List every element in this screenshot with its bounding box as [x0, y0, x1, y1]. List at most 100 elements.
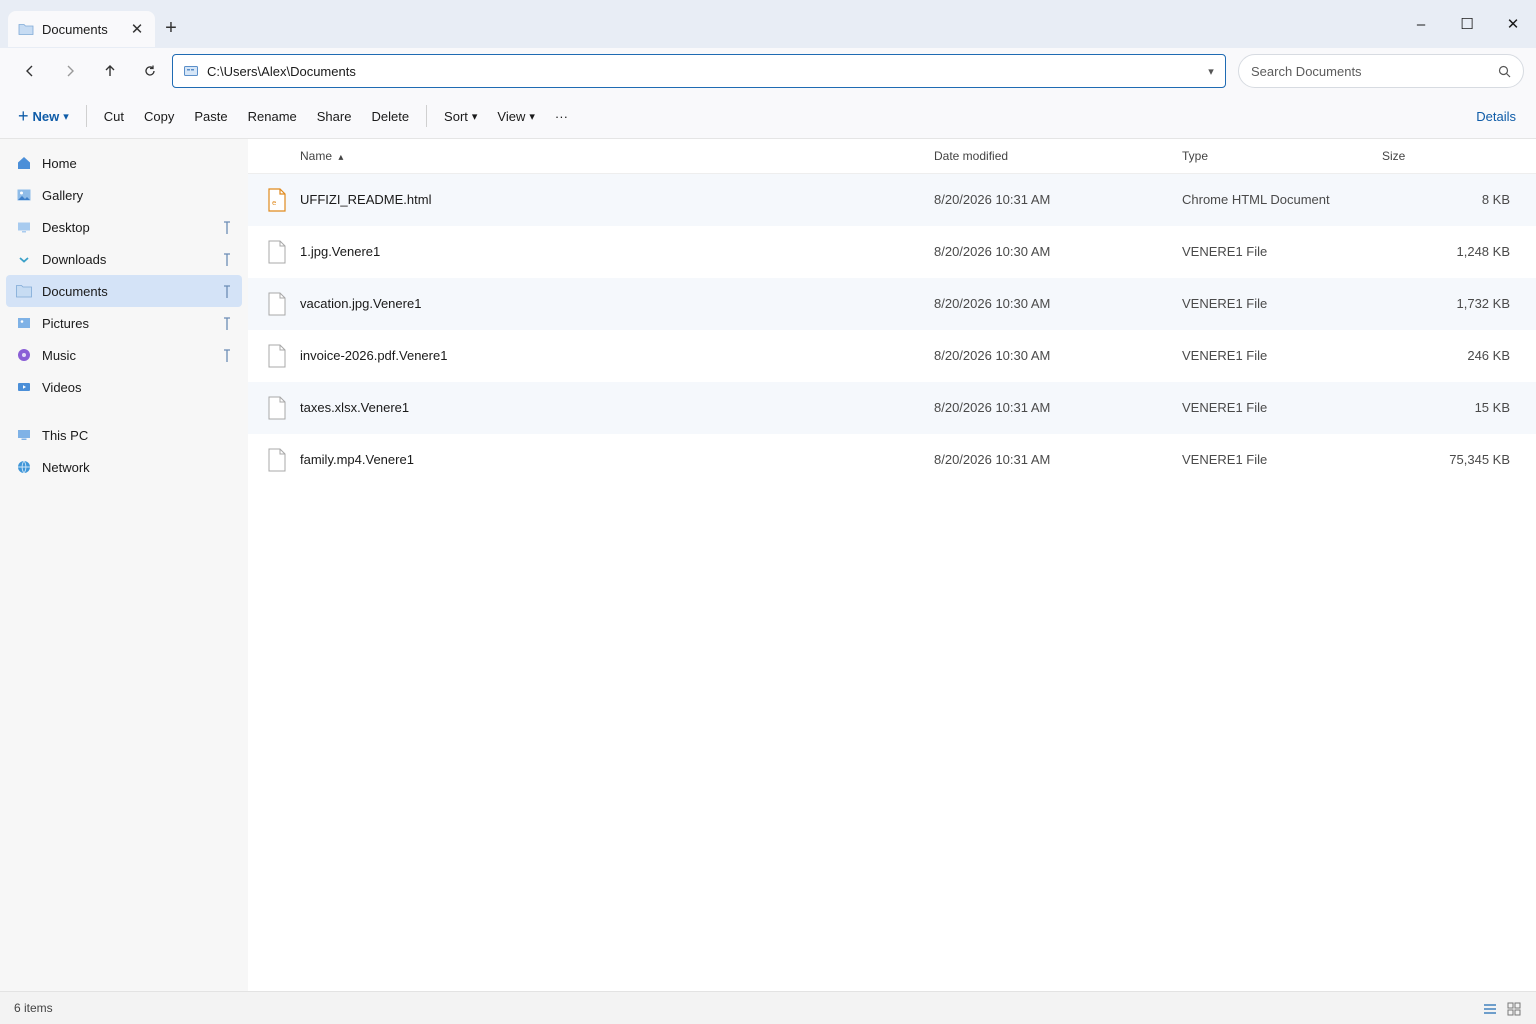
file-type: VENERE1 File — [1182, 348, 1268, 363]
file-size: 15 KB — [1474, 400, 1510, 415]
list-view-icon — [1484, 1004, 1496, 1014]
sidebar-item-label: Gallery — [42, 187, 84, 203]
pin-icon[interactable] — [222, 219, 232, 235]
refresh-button[interactable] — [134, 56, 166, 86]
table-row[interactable]: 1.jpg.Venere1 8/20/2026 10:30 AM VENERE1… — [248, 226, 1536, 278]
sidebar-item-desktop[interactable]: Desktop — [6, 211, 242, 243]
table-row[interactable]: family.mp4.Venere1 8/20/2026 10:31 AM VE… — [248, 434, 1536, 486]
chevron-down-icon: ▾ — [63, 110, 69, 123]
sidebar-item-label: Desktop — [42, 219, 90, 235]
music-icon — [16, 347, 32, 363]
sidebar-item-this-pc[interactable]: This PC — [6, 419, 242, 451]
navigation-pane: Home Gallery Desktop Downloads Documents… — [0, 139, 248, 991]
column-header-date[interactable]: Date modified — [934, 149, 1008, 163]
sidebar-item-videos[interactable]: Videos — [6, 371, 242, 403]
view-label: View — [497, 108, 526, 124]
sort-button[interactable]: Sort ▾ — [434, 101, 487, 131]
sidebar-item-pictures[interactable]: Pictures — [6, 307, 242, 339]
table-row[interactable]: taxes.xlsx.Venere1 8/20/2026 10:31 AM VE… — [248, 382, 1536, 434]
sidebar-item-gallery[interactable]: Gallery — [6, 179, 242, 211]
column-header-name[interactable]: Name ▴ — [300, 149, 343, 163]
divider — [85, 105, 87, 127]
chevron-down-icon: ▾ — [471, 110, 478, 123]
arrow-left-icon — [26, 65, 33, 77]
chevron-down-icon[interactable]: ▾ — [1197, 65, 1225, 78]
back-button[interactable] — [14, 56, 46, 86]
address-row: ▾ — [0, 48, 1536, 94]
pin-icon[interactable] — [222, 251, 232, 267]
new-tab-button[interactable]: + — [160, 16, 182, 40]
sidebar-item-documents[interactable]: Documents — [6, 275, 242, 307]
download-icon — [16, 251, 32, 267]
sidebar-item-music[interactable]: Music — [6, 339, 242, 371]
computer-icon — [16, 427, 32, 443]
file-type: VENERE1 File — [1182, 296, 1268, 311]
folder-icon — [18, 21, 34, 37]
file-date: 8/20/2026 10:30 AM — [934, 296, 1051, 311]
address-input[interactable] — [207, 63, 1197, 79]
details-button[interactable]: Details — [1464, 101, 1528, 131]
pictures-icon — [16, 315, 32, 331]
pin-icon[interactable] — [222, 347, 232, 363]
item-count: 6 items — [14, 1001, 53, 1015]
file-date: 8/20/2026 10:30 AM — [934, 244, 1051, 259]
maximize-button[interactable]: ☐ — [1444, 0, 1490, 48]
cut-button[interactable]: Cut — [94, 101, 134, 131]
address-bar[interactable]: ▾ — [172, 54, 1226, 88]
file-name: vacation.jpg.Venere1 — [300, 296, 422, 311]
tab-documents[interactable]: Documents ✕ — [8, 11, 155, 47]
view-button[interactable]: View ▾ — [487, 101, 544, 131]
tiles-view-button[interactable] — [1505, 1000, 1523, 1018]
sidebar-item-home[interactable]: Home — [6, 147, 242, 179]
command-bar: + New ▾ Cut Copy Paste Rename Share Dele… — [0, 94, 1536, 139]
new-button[interactable]: + New ▾ — [12, 101, 79, 131]
close-window-button[interactable]: ✕ — [1490, 0, 1536, 48]
minimize-button[interactable]: – — [1398, 0, 1444, 48]
share-button[interactable]: Share — [307, 101, 362, 131]
search-box[interactable] — [1238, 54, 1524, 88]
column-header-type[interactable]: Type — [1182, 149, 1208, 163]
delete-button[interactable]: Delete — [361, 101, 419, 131]
sort-label: Sort — [444, 108, 468, 124]
copy-button[interactable]: Copy — [134, 101, 184, 131]
table-row[interactable]: e UFFIZI_README.html 8/20/2026 10:31 AM … — [248, 174, 1536, 226]
file-date: 8/20/2026 10:31 AM — [934, 452, 1051, 467]
file-name: invoice-2026.pdf.Venere1 — [300, 348, 448, 363]
column-header-size[interactable]: Size — [1382, 149, 1405, 163]
file-type: VENERE1 File — [1182, 400, 1268, 415]
arrow-right-icon — [67, 65, 74, 77]
arrow-up-icon — [105, 65, 115, 76]
title-bar: Documents ✕ + – ☐ ✕ — [0, 0, 1536, 48]
paste-button[interactable]: Paste — [184, 101, 237, 131]
file-name: family.mp4.Venere1 — [300, 452, 414, 467]
search-input[interactable] — [1251, 63, 1498, 79]
videos-icon — [16, 379, 32, 395]
pin-icon[interactable] — [222, 283, 232, 299]
file-size: 8 KB — [1481, 192, 1510, 207]
column-label: Name — [300, 149, 333, 163]
table-row[interactable]: vacation.jpg.Venere1 8/20/2026 10:30 AM … — [248, 278, 1536, 330]
forward-button[interactable] — [54, 56, 86, 86]
close-tab-icon[interactable]: ✕ — [127, 19, 147, 39]
search-icon[interactable] — [1498, 65, 1511, 78]
column-header-row: Name ▴ Date modified Type Size — [248, 139, 1536, 174]
table-row[interactable]: invoice-2026.pdf.Venere1 8/20/2026 10:30… — [248, 330, 1536, 382]
sidebar-item-downloads[interactable]: Downloads — [6, 243, 242, 275]
desktop-icon — [16, 219, 32, 235]
up-button[interactable] — [94, 56, 126, 86]
file-icon — [268, 292, 286, 316]
rename-button[interactable]: Rename — [238, 101, 307, 131]
file-list: Name ▴ Date modified Type Size e UFFIZI_… — [248, 139, 1536, 991]
sidebar-item-network[interactable]: Network — [6, 451, 242, 483]
pin-icon[interactable] — [222, 315, 232, 331]
home-icon — [16, 155, 32, 171]
more-options-button[interactable]: ··· — [545, 101, 578, 131]
details-view-button[interactable] — [1481, 1000, 1499, 1018]
sidebar-item-label: Videos — [42, 379, 82, 395]
tab-title: Documents — [42, 21, 108, 37]
refresh-icon — [145, 65, 155, 76]
file-icon — [268, 240, 286, 264]
file-date: 8/20/2026 10:30 AM — [934, 348, 1051, 363]
sidebar-item-label: Music — [42, 347, 76, 363]
